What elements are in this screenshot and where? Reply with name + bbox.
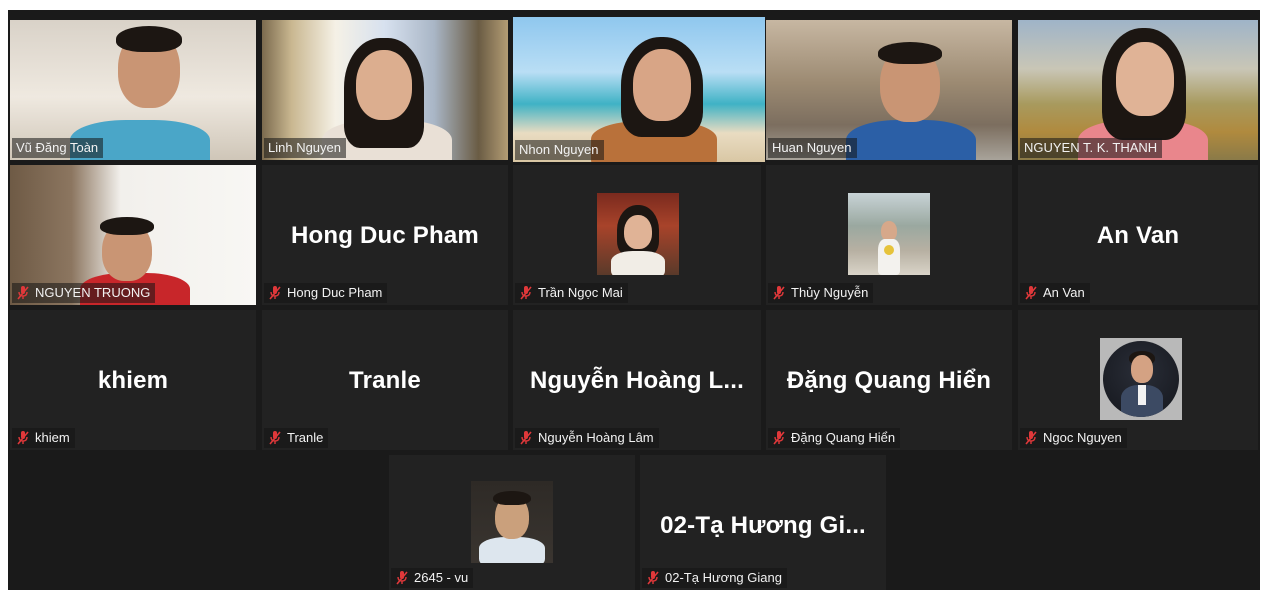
participant-name: khiem xyxy=(35,430,70,445)
microphone-muted-icon xyxy=(646,570,660,586)
participant-tile[interactable]: Nguyễn Hoàng L... Nguyễn Hoàng Lâm xyxy=(513,310,761,450)
participant-tile[interactable]: Thủy Nguyễn xyxy=(766,165,1012,305)
microphone-muted-icon xyxy=(772,430,786,446)
participant-display-name: khiem xyxy=(97,367,169,394)
participant-display-name: An Van xyxy=(1096,222,1180,249)
participant-name: Huan Nguyen xyxy=(772,140,852,155)
participant-tile[interactable]: Hong Duc Pham Hong Duc Pham xyxy=(262,165,508,305)
participant-name-label: Vũ Đăng Toàn xyxy=(12,138,104,158)
participant-name: 2645 - vu xyxy=(414,570,469,585)
gallery-view: Vũ Đăng Toàn Linh Nguyen Nhon Nguyen Hua… xyxy=(8,10,1260,590)
participant-display-name: Tranle xyxy=(349,367,421,394)
microphone-muted-icon xyxy=(1024,430,1038,446)
microphone-muted-icon xyxy=(16,430,30,446)
microphone-muted-icon xyxy=(1024,285,1038,301)
participant-name: 02-Tạ Hương Giang xyxy=(665,570,782,585)
microphone-muted-icon xyxy=(395,570,409,586)
avatar xyxy=(597,193,679,275)
participant-name: Nhon Nguyen xyxy=(519,142,599,157)
participant-name-label: Ngoc Nguyen xyxy=(1020,428,1127,448)
participant-name-label: An Van xyxy=(1020,283,1090,303)
participant-tile[interactable]: Linh Nguyen xyxy=(262,20,508,160)
participant-name: Nguyễn Hoàng Lâm xyxy=(538,430,654,445)
participant-name-label: 2645 - vu xyxy=(391,568,474,588)
participant-name: NGUYEN TRUONG xyxy=(35,285,151,300)
participant-display-name: Nguyễn Hoàng L... xyxy=(529,367,745,394)
participant-display-name: Hong Duc Pham xyxy=(291,222,479,249)
participant-name-label: Hong Duc Pham xyxy=(264,283,388,303)
participant-name-label: khiem xyxy=(12,428,75,448)
participant-name-label: Thủy Nguyễn xyxy=(768,283,874,303)
participant-name: Ngoc Nguyen xyxy=(1043,430,1122,445)
participant-display-name: Đặng Quang Hiển xyxy=(786,367,992,394)
participant-tile[interactable]: Ngoc Nguyen xyxy=(1018,310,1258,450)
participant-name: Tranle xyxy=(287,430,324,445)
microphone-muted-icon xyxy=(268,285,282,301)
microphone-muted-icon xyxy=(519,430,533,446)
participant-tile[interactable]: khiem khiem xyxy=(10,310,256,450)
participant-tile[interactable]: 02-Tạ Hương Gi... 02-Tạ Hương Giang xyxy=(640,455,886,590)
participant-name: Đặng Quang Hiển xyxy=(791,430,896,445)
participant-name-label: Huan Nguyen xyxy=(768,138,857,158)
participant-tile[interactable]: Tranle Tranle xyxy=(262,310,508,450)
avatar xyxy=(471,481,553,563)
participant-name-label: NGUYEN T. K. THANH xyxy=(1020,138,1163,158)
participant-name: NGUYEN T. K. THANH xyxy=(1024,140,1158,155)
participant-name-label: Đặng Quang Hiển xyxy=(768,428,901,448)
avatar xyxy=(1100,338,1182,420)
participant-tile[interactable]: NGUYEN TRUONG xyxy=(10,165,256,305)
microphone-muted-icon xyxy=(772,285,786,301)
participant-name: Trần Ngọc Mai xyxy=(538,285,623,300)
participant-name: Hong Duc Pham xyxy=(287,285,383,300)
participant-tile[interactable]: Đặng Quang Hiển Đặng Quang Hiển xyxy=(766,310,1012,450)
participant-name-label: Nguyễn Hoàng Lâm xyxy=(515,428,659,448)
microphone-muted-icon xyxy=(268,430,282,446)
participant-tile[interactable]: Trần Ngọc Mai xyxy=(513,165,761,305)
participant-name: An Van xyxy=(1043,285,1085,300)
participant-tile[interactable]: 2645 - vu xyxy=(389,455,635,590)
participant-name: Linh Nguyen xyxy=(268,140,341,155)
avatar xyxy=(848,193,930,275)
microphone-muted-icon xyxy=(519,285,533,301)
participant-tile[interactable]: Vũ Đăng Toàn xyxy=(10,20,256,160)
participant-name-label: Trần Ngọc Mai xyxy=(515,283,628,303)
participant-tile-active-speaker[interactable]: Nhon Nguyen xyxy=(513,17,765,162)
participant-name-label: Tranle xyxy=(264,428,329,448)
participant-display-name: 02-Tạ Hương Gi... xyxy=(660,512,866,539)
microphone-muted-icon xyxy=(16,285,30,301)
participant-tile[interactable]: Huan Nguyen xyxy=(766,20,1012,160)
participant-tile[interactable]: NGUYEN T. K. THANH xyxy=(1018,20,1258,160)
participant-name-label: NGUYEN TRUONG xyxy=(12,283,156,303)
participant-name: Vũ Đăng Toàn xyxy=(16,140,99,155)
participant-name-label: 02-Tạ Hương Giang xyxy=(642,568,787,588)
participant-name-label: Nhon Nguyen xyxy=(515,140,604,160)
participant-name-label: Linh Nguyen xyxy=(264,138,346,158)
participant-name: Thủy Nguyễn xyxy=(791,285,869,300)
participant-tile[interactable]: An Van An Van xyxy=(1018,165,1258,305)
